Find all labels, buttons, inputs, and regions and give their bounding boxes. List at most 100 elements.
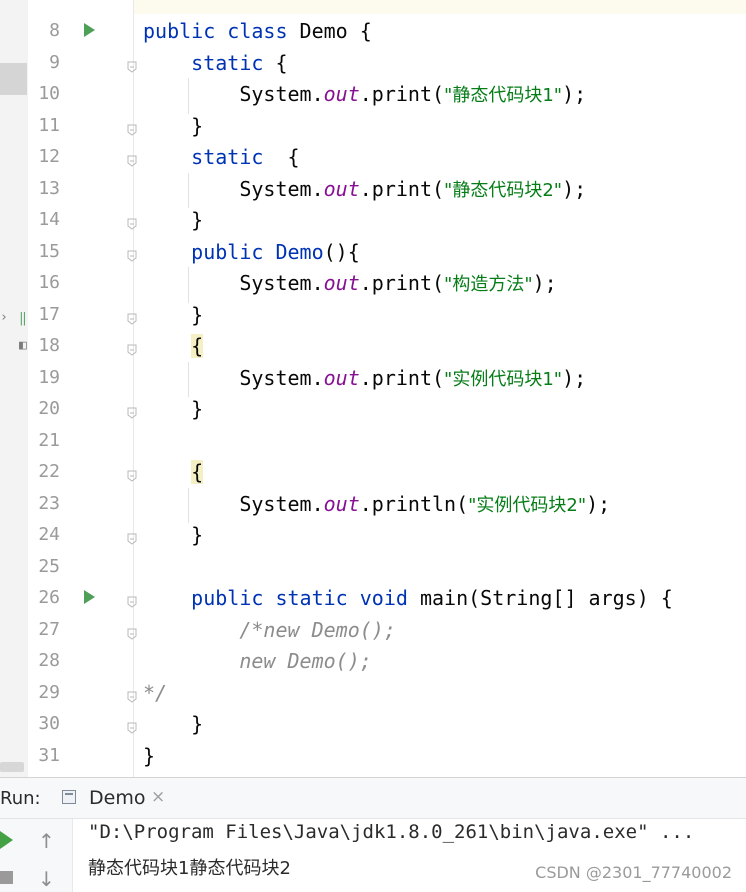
indent-guide bbox=[188, 487, 189, 523]
line-number: 20 bbox=[38, 398, 60, 419]
fold-icon[interactable] bbox=[127, 215, 137, 230]
run-toolbar: Run: Demo × bbox=[0, 777, 746, 819]
close-icon[interactable]: × bbox=[151, 787, 165, 807]
code-line[interactable]: { bbox=[143, 334, 204, 358]
chevron-right-icon[interactable]: › bbox=[0, 310, 8, 325]
code-line[interactable]: } bbox=[143, 303, 203, 327]
fold-icon[interactable] bbox=[127, 247, 137, 262]
run-gutter-icon[interactable] bbox=[84, 590, 95, 604]
code-token: public bbox=[143, 239, 276, 264]
code-token: } bbox=[143, 397, 204, 421]
code-line[interactable]: } bbox=[143, 208, 203, 232]
code-token: out bbox=[323, 271, 360, 295]
code-token: ); bbox=[586, 491, 611, 516]
bookmark-icon[interactable]: ◧ bbox=[19, 338, 27, 353]
arrow-down-icon[interactable]: ↓ bbox=[38, 867, 55, 891]
watermark: CSDN @2301_77740002 bbox=[535, 863, 732, 882]
fold-icon[interactable] bbox=[127, 719, 137, 734]
structure-icon[interactable]: ‖ bbox=[19, 311, 27, 326]
code-line[interactable]: public static void main(String[] args) { bbox=[143, 586, 673, 610]
code-editor[interactable]: › ‖ ◧ 8 public class Demo {9 static {10 S… bbox=[0, 0, 746, 777]
code-token: ); bbox=[532, 271, 557, 295]
code-token: public class bbox=[143, 19, 300, 43]
code-line[interactable]: System.out.print("构造方法"); bbox=[143, 271, 557, 297]
line-number: 18 bbox=[38, 335, 60, 356]
code-line[interactable]: new Demo(); bbox=[143, 649, 371, 673]
code-token: } bbox=[143, 302, 204, 327]
code-token: } bbox=[143, 523, 204, 547]
code-token: } bbox=[143, 208, 204, 232]
fold-icon[interactable] bbox=[127, 152, 137, 167]
fold-icon[interactable] bbox=[127, 467, 137, 482]
code-line[interactable]: static { bbox=[143, 50, 288, 75]
line-number: 11 bbox=[38, 114, 60, 136]
run-gutter-icon[interactable] bbox=[84, 23, 95, 37]
indent-guide bbox=[188, 172, 189, 208]
code-token: System. bbox=[143, 365, 324, 390]
line-number: 23 bbox=[38, 492, 60, 514]
run-label: Run: bbox=[0, 788, 41, 809]
fold-icon[interactable] bbox=[127, 58, 137, 73]
code-line[interactable]: System.out.print("实例代码块1"); bbox=[143, 366, 586, 392]
fold-icon[interactable] bbox=[127, 121, 137, 136]
code-line[interactable]: } bbox=[143, 712, 203, 736]
code-line[interactable]: */ bbox=[143, 681, 167, 705]
code-line[interactable]: { bbox=[143, 460, 204, 484]
rerun-icon[interactable] bbox=[0, 831, 13, 849]
fold-icon[interactable] bbox=[127, 341, 137, 356]
code-line[interactable]: } bbox=[143, 397, 203, 421]
code-token: out bbox=[323, 176, 360, 201]
code-line[interactable]: } bbox=[143, 744, 155, 768]
indent-guide bbox=[188, 78, 189, 114]
horizontal-scrollbar[interactable] bbox=[0, 762, 24, 772]
arrow-up-icon[interactable]: ↑ bbox=[38, 829, 55, 853]
line-number: 30 bbox=[38, 713, 60, 734]
code-line[interactable]: public Demo(){ bbox=[143, 240, 360, 264]
code-token: out bbox=[323, 491, 360, 516]
fold-icon[interactable] bbox=[127, 625, 137, 640]
line-number: 13 bbox=[38, 177, 60, 199]
code-token: System. bbox=[143, 271, 324, 295]
code-token: .print( bbox=[359, 271, 445, 295]
fold-icon[interactable] bbox=[127, 593, 137, 608]
stop-icon[interactable] bbox=[0, 871, 13, 884]
code-token: ); bbox=[562, 82, 587, 106]
code-token: static bbox=[143, 145, 264, 169]
code-line[interactable]: } bbox=[143, 523, 203, 547]
line-number: 9 bbox=[49, 51, 60, 73]
code-token: { bbox=[263, 145, 300, 169]
fold-icon[interactable] bbox=[127, 310, 137, 325]
fold-icon[interactable] bbox=[127, 688, 137, 703]
code-line[interactable]: } bbox=[143, 114, 203, 138]
code-token: "实例代码块2" bbox=[468, 494, 587, 516]
code-line[interactable]: System.out.print("静态代码块1"); bbox=[143, 82, 586, 108]
code-token: static bbox=[143, 50, 264, 75]
code-token: System. bbox=[143, 176, 324, 201]
code-token: System. bbox=[143, 491, 324, 516]
console-icon bbox=[62, 790, 76, 804]
fold-icon[interactable] bbox=[127, 530, 137, 545]
code-line[interactable]: /*new Demo(); bbox=[143, 618, 396, 642]
line-number: 8 bbox=[49, 20, 60, 41]
code-token: { bbox=[191, 460, 204, 484]
fold-icon[interactable] bbox=[127, 404, 137, 419]
tab-demo[interactable]: Demo × bbox=[58, 778, 178, 819]
code-token: .print( bbox=[359, 176, 445, 201]
code-line[interactable]: System.out.print("静态代码块2"); bbox=[143, 177, 586, 203]
code-line[interactable]: static { bbox=[143, 145, 300, 169]
code-token: */ bbox=[143, 680, 168, 705]
code-line[interactable]: public class Demo { bbox=[143, 19, 372, 43]
tab-demo-label: Demo bbox=[89, 787, 146, 809]
code-token: { bbox=[191, 334, 204, 358]
line-number: 25 bbox=[38, 555, 60, 577]
line-number: 12 bbox=[38, 146, 60, 167]
strip-selected-item[interactable] bbox=[0, 63, 27, 95]
code-token: ); bbox=[562, 176, 587, 201]
code-token: } bbox=[143, 113, 204, 138]
code-token: "静态代码块2" bbox=[444, 179, 563, 201]
code-token: { bbox=[263, 50, 288, 75]
code-line[interactable]: System.out.println("实例代码块2"); bbox=[143, 492, 610, 518]
code-token: main(String[] args) { bbox=[419, 586, 673, 610]
code-token: ); bbox=[562, 365, 587, 390]
